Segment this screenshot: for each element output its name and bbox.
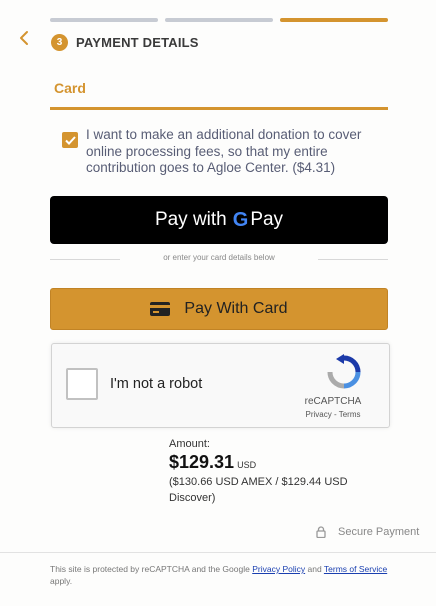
- privacy-policy-link[interactable]: Privacy Policy: [252, 564, 305, 574]
- recaptcha-widget: I'm not a robot reCAPTCHA Privacy - Term…: [51, 343, 390, 428]
- amount-label: Amount:: [169, 438, 210, 450]
- gpay-prefix: Pay with: [154, 209, 227, 230]
- page-title: PAYMENT DETAILS: [76, 35, 199, 50]
- donation-label: I want to make an additional donation to…: [86, 127, 362, 175]
- amount-currency: USD: [237, 460, 257, 470]
- checkmark-icon: [64, 135, 76, 145]
- back-button[interactable]: [16, 28, 34, 48]
- progress-step-1: [50, 18, 158, 22]
- divider-left: [50, 259, 120, 260]
- pay-with-card-button[interactable]: Pay With Card: [50, 288, 388, 330]
- recaptcha-links: Privacy - Terms: [305, 410, 361, 419]
- secure-payment-label: Secure Payment: [338, 526, 420, 538]
- recaptcha-brand: reCAPTCHA: [304, 396, 362, 407]
- google-g-icon: G: [232, 208, 249, 231]
- divider-text: or enter your card details below: [163, 253, 275, 262]
- progress-bar: [50, 18, 388, 22]
- gpay-suffix: Pay: [250, 209, 284, 230]
- amount-value: $129.31 USD: [169, 452, 256, 473]
- tab-card-underline: [50, 107, 388, 110]
- progress-step-2: [165, 18, 273, 22]
- pay-with-card-label: Pay With Card: [184, 300, 288, 317]
- lock-icon: [316, 526, 326, 538]
- credit-card-icon: [150, 302, 171, 316]
- step-badge: 3: [51, 34, 68, 51]
- footer-divider: [0, 552, 436, 553]
- recaptcha-label: I'm not a robot: [110, 376, 203, 392]
- divider-right: [318, 259, 388, 260]
- secure-payment: Secure Payment: [316, 526, 419, 538]
- tab-card[interactable]: Card: [54, 80, 86, 96]
- recaptcha-logo-icon: [327, 354, 361, 389]
- progress-step-3: [280, 18, 388, 22]
- google-pay-button[interactable]: Pay with G Pay: [50, 196, 388, 244]
- recaptcha-terms-link[interactable]: Terms: [339, 410, 361, 419]
- amount-alternatives: ($130.66 USD AMEX / $129.44 USD Discover…: [169, 476, 348, 504]
- donation-checkbox[interactable]: [62, 132, 78, 148]
- recaptcha-checkbox[interactable]: [66, 368, 98, 400]
- amount-number: $129.31: [169, 452, 235, 472]
- terms-of-service-link[interactable]: Terms of Service: [324, 564, 387, 574]
- recaptcha-notice: This site is protected by reCAPTCHA and …: [50, 564, 388, 586]
- recaptcha-privacy-link[interactable]: Privacy: [306, 410, 332, 419]
- chevron-left-icon: [20, 31, 28, 45]
